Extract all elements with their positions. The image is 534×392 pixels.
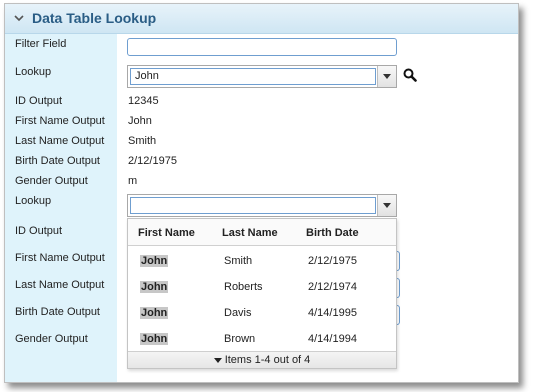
column-header-first-name[interactable]: First Name <box>138 227 195 239</box>
lookup-label: Lookup <box>15 66 52 78</box>
pager-text: Items 1-4 out of 4 <box>224 354 311 366</box>
dropdown-header-row: First Name Last Name Birth Date <box>128 219 396 246</box>
panel-header[interactable]: Data Table Lookup <box>5 4 518 34</box>
label-column <box>5 34 117 382</box>
triangle-down-icon[interactable] <box>213 357 222 363</box>
gender-output-label: Gender Output <box>15 175 88 187</box>
gender-output-label-2: Gender Output <box>15 333 88 345</box>
birth-date-output-label: Birth Date Output <box>15 155 100 167</box>
column-header-last-name[interactable]: Last Name <box>222 227 278 239</box>
lookup-dropdown-button[interactable] <box>377 66 396 87</box>
lookup-combobox-value[interactable]: John <box>130 68 376 85</box>
cell-birth-date: 4/14/1994 <box>308 333 357 345</box>
cell-last-name: Smith <box>224 255 253 267</box>
cell-birth-date: 2/12/1974 <box>308 281 357 293</box>
first-name-output-label: First Name Output <box>15 115 105 127</box>
table-row[interactable]: John Smith 2/12/1975 <box>128 255 396 280</box>
dropdown-pager[interactable]: Items 1-4 out of 4 <box>128 351 396 368</box>
first-name-output-label-2: First Name Output <box>15 252 105 264</box>
column-header-birth-date[interactable]: Birth Date <box>306 227 359 239</box>
chevron-down-icon[interactable] <box>13 12 25 24</box>
last-name-output-value: Smith <box>128 135 157 147</box>
cell-first-name: John <box>140 333 169 345</box>
table-row[interactable]: John Davis 4/14/1995 <box>128 307 396 332</box>
data-table-lookup-panel: Data Table Lookup Filter Field Lookup ID… <box>4 3 519 383</box>
filter-field-input[interactable] <box>127 38 397 56</box>
id-output-label-2: ID Output <box>15 225 63 237</box>
lookup-label-2: Lookup <box>15 195 52 207</box>
birth-date-output-label-2: Birth Date Output <box>15 306 100 318</box>
lookup-combobox-2[interactable] <box>127 194 397 217</box>
lookup-dropdown-button-2[interactable] <box>377 195 396 216</box>
cell-last-name: Davis <box>224 307 252 319</box>
panel-title: Data Table Lookup <box>32 10 157 26</box>
lookup-combobox[interactable]: John <box>127 65 397 88</box>
cell-first-name: John <box>140 281 169 293</box>
last-name-output-label-2: Last Name Output <box>15 279 105 291</box>
cell-birth-date: 4/14/1995 <box>308 307 357 319</box>
birth-date-output-value: 2/12/1975 <box>128 155 177 167</box>
gender-output-value: m <box>128 175 138 187</box>
cell-last-name: Brown <box>224 333 256 345</box>
id-output-value: 12345 <box>128 95 159 107</box>
lookup-combobox-2-value[interactable] <box>130 197 376 214</box>
cell-first-name: John <box>140 307 169 319</box>
triangle-down-icon <box>383 203 391 208</box>
cell-last-name: Roberts <box>224 281 263 293</box>
filter-field-label: Filter Field <box>15 38 67 50</box>
cell-birth-date: 2/12/1975 <box>308 255 357 267</box>
last-name-output-label: Last Name Output <box>15 135 105 147</box>
triangle-down-icon <box>383 74 391 79</box>
search-icon[interactable] <box>403 68 417 82</box>
cell-first-name: John <box>140 255 169 267</box>
id-output-label: ID Output <box>15 95 63 107</box>
first-name-output-value: John <box>128 115 152 127</box>
table-row[interactable]: John Roberts 2/12/1974 <box>128 281 396 306</box>
lookup-dropdown-list[interactable]: First Name Last Name Birth Date John Smi… <box>127 218 397 369</box>
